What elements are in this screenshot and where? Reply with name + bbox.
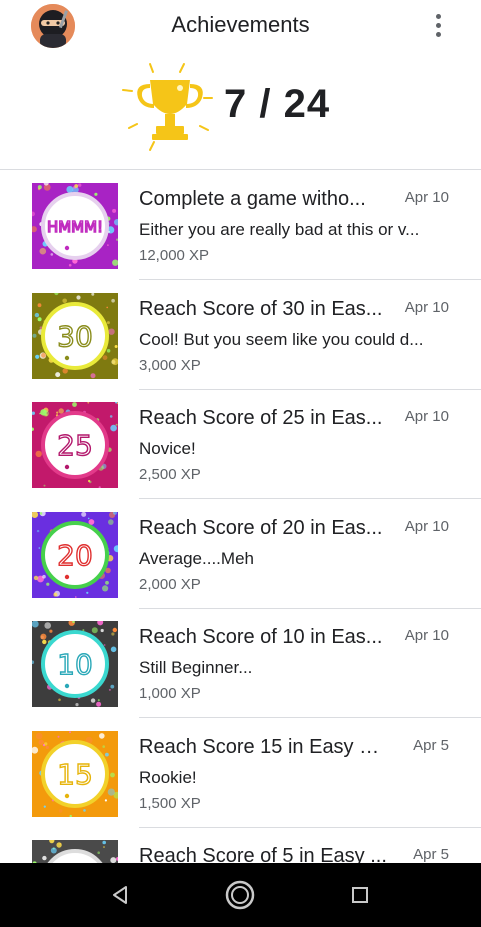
achievement-row[interactable]: 20 Reach Score of 20 in Eas... Apr 10 Avera… — [0, 499, 481, 609]
achievement-badge: 25 — [32, 402, 118, 488]
more-vert-dot — [435, 22, 441, 28]
achievement-row[interactable]: 5 Reach Score of 5 in Easy ... Apr 5 — [0, 827, 481, 863]
system-navbar — [0, 863, 481, 927]
badge-image: 5 — [32, 840, 118, 863]
page-title: Achievements — [171, 12, 310, 37]
badge-image: 20 — [32, 511, 118, 598]
achievement-description: Average....Meh — [139, 548, 254, 568]
badge-image: 10 — [32, 621, 118, 707]
achievement-date: Apr 10 — [404, 408, 449, 425]
achievement-badge: 20 — [32, 511, 118, 598]
achievement-row[interactable]: 15 Reach Score 15 in Easy M... Apr 5 Rookie… — [0, 718, 481, 828]
home-button[interactable] — [220, 877, 260, 913]
achievement-description: Novice! — [139, 439, 196, 458]
more-options-button[interactable] — [426, 10, 450, 40]
achievement-name: Reach Score 15 in Easy M... — [139, 735, 389, 758]
badge-label: 30 — [57, 320, 93, 353]
achievement-xp: 1,500 XP — [139, 794, 201, 812]
achievement-description: Still Beginner... — [139, 658, 253, 677]
recents-square-icon — [352, 887, 368, 903]
achievement-xp: 1,000 XP — [139, 685, 201, 702]
achievement-name: Reach Score of 25 in Eas... — [139, 407, 383, 429]
achievement-date: Apr 5 — [413, 846, 449, 863]
achievement-row[interactable]: 10 Reach Score of 10 in Eas... Apr 10 Still… — [0, 608, 481, 718]
achievement-description: Cool! But you seem like you could d... — [139, 329, 424, 349]
achievement-xp: 12,000 XP — [139, 247, 210, 264]
achievement-badge: 5 — [32, 840, 118, 863]
achievement-date: Apr 10 — [404, 189, 449, 206]
unlocked-count: 7 / 24 — [224, 82, 331, 126]
more-vert-dot — [435, 31, 441, 37]
home-circle-icon — [225, 880, 255, 910]
back-triangle-icon — [113, 886, 127, 904]
achievement-row[interactable]: 30 Reach Score of 30 in Eas... Apr 10 Cool!… — [0, 280, 481, 390]
achievement-xp: 2,000 XP — [139, 575, 201, 593]
achievement-name: Reach Score of 20 in Eas... — [139, 516, 383, 539]
achievement-date: Apr 10 — [404, 627, 449, 644]
achievement-badge: 30 — [32, 292, 118, 379]
badge-label: 25 — [57, 429, 93, 462]
badge-image: HMMM! — [32, 183, 118, 269]
badge-image: 15 — [32, 730, 118, 817]
achievement-row[interactable]: 25 Reach Score of 25 in Eas... Apr 10 Novic… — [0, 389, 481, 499]
badge-label: HMMM! — [47, 218, 103, 236]
achievement-badge: 10 — [32, 621, 118, 707]
badge-label: 10 — [57, 648, 93, 681]
achievement-name: Complete a game witho... — [139, 188, 366, 210]
recents-button[interactable] — [340, 877, 380, 913]
more-vert-icon — [435, 13, 441, 19]
achievement-description: Rookie! — [139, 767, 197, 787]
achievement-xp: 3,000 XP — [139, 356, 201, 374]
back-button[interactable] — [100, 877, 140, 913]
achievement-name: Reach Score of 5 in Easy ... — [139, 845, 387, 863]
badge-label: 20 — [57, 539, 93, 572]
badge-image: 25 — [32, 402, 118, 488]
achievements-list[interactable]: HMMM! Complete a game witho... Apr 10 Eithe… — [0, 170, 481, 863]
achievement-row[interactable]: HMMM! Complete a game witho... Apr 10 Eithe… — [0, 170, 481, 280]
trophy-icon — [122, 63, 213, 151]
achievement-date: Apr 5 — [413, 736, 449, 754]
badge-image: 30 — [32, 292, 118, 379]
badge-label: 15 — [57, 758, 93, 791]
achievement-date: Apr 10 — [404, 298, 449, 316]
app-header: Achievements — [0, 0, 481, 52]
achievement-xp: 2,500 XP — [139, 466, 201, 483]
achievement-name: Reach Score of 10 in Eas... — [139, 626, 383, 648]
achievement-date: Apr 10 — [404, 517, 449, 535]
achievement-badge: HMMM! — [32, 183, 118, 269]
achievement-badge: 15 — [32, 730, 118, 817]
achievement-summary: 7 / 24 — [0, 52, 481, 170]
achievement-description: Either you are really bad at this or v..… — [139, 220, 420, 239]
achievement-name: Reach Score of 30 in Eas... — [139, 297, 383, 320]
